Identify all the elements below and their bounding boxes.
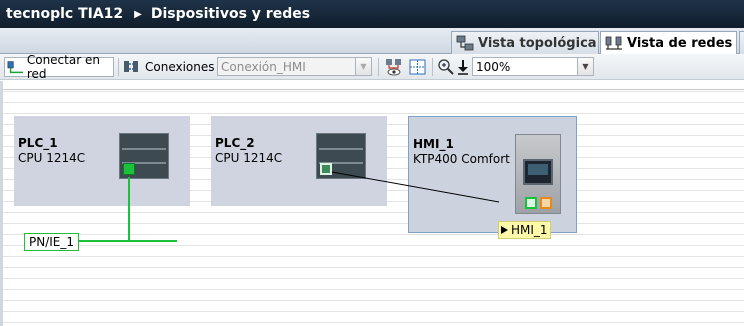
tab-network-view[interactable]: Vista de redes [600, 31, 737, 55]
topology-icon [456, 35, 474, 51]
connect-network-label: Conectar en red [26, 53, 100, 81]
hmi-tooltip: HMI_1 [498, 221, 551, 239]
arrow-down-icon [458, 60, 468, 75]
tab-topology-label: Vista topológica [478, 35, 597, 51]
network-canvas[interactable]: PLC_1 CPU 1214C PLC_2 CPU 1214C HMI_1 KT… [0, 81, 744, 326]
page-break-button[interactable] [408, 57, 428, 77]
connections-button[interactable]: Conexiones [123, 57, 215, 77]
connections-icon [124, 61, 138, 72]
view-tabs-bar: Vista topológica Vista de redes [0, 28, 744, 55]
chevron-down-icon: ▼ [355, 58, 371, 75]
breadcrumb-separator-icon: ▶ [134, 8, 142, 20]
zoom-down-button[interactable] [456, 57, 470, 77]
subnet-label[interactable]: PN/IE_1 [24, 233, 80, 251]
network-icon [605, 36, 623, 52]
tab-topology-view[interactable]: Vista topológica [451, 31, 599, 54]
tab-device-view-partial[interactable] [739, 31, 744, 54]
toolbar: Conectar en red Conexiones Conexión_HMI … [0, 53, 744, 81]
address-view-icon [386, 59, 401, 76]
hmi-connection-line[interactable] [331, 171, 500, 203]
zoom-value: 100% [476, 59, 511, 74]
zoom-select[interactable]: 100% ▼ [472, 57, 594, 76]
connection-type-value: Conexión_HMI [221, 59, 306, 74]
toolbar-divider [378, 58, 379, 76]
connections-label: Conexiones [145, 60, 215, 74]
toolbar-divider [118, 58, 119, 76]
toolbar-divider [432, 58, 433, 76]
connect-network-button[interactable]: Conectar en red [4, 53, 114, 81]
chevron-down-icon: ▼ [577, 58, 593, 75]
zoom-icon [438, 59, 454, 75]
breadcrumb-project[interactable]: tecnoplc TIA12 [6, 6, 123, 22]
zoom-in-button[interactable] [437, 57, 455, 77]
connections-layer [73, 171, 500, 242]
page-grid-icon [409, 59, 426, 75]
show-address-button[interactable] [385, 57, 405, 77]
breadcrumb-page[interactable]: Dispositivos y redes [151, 6, 310, 22]
tab-network-label: Vista de redes [627, 36, 733, 51]
connection-type-select[interactable]: Conexión_HMI ▼ [217, 57, 372, 76]
title-bar: tecnoplc TIA12 ▶ Dispositivos y redes [0, 0, 744, 28]
connect-network-icon [7, 61, 24, 74]
